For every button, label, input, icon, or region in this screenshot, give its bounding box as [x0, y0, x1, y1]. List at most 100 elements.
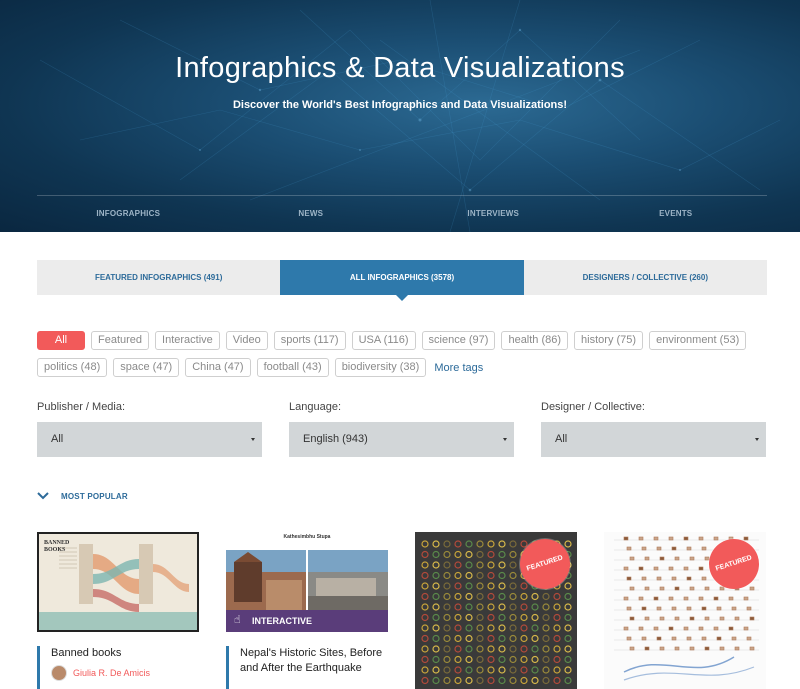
category-tabs: FEATURED INFOGRAPHICS (491) ALL INFOGRAP… [37, 260, 767, 301]
tag-china[interactable]: China (47) [185, 358, 251, 377]
decorative-mark [674, 646, 680, 651]
page-title: Infographics & Data Visualizations [175, 52, 625, 84]
designer-select-value: All [555, 433, 568, 445]
publisher-select-value: All [51, 433, 64, 445]
designer-label: Designer / Collective: [541, 401, 645, 413]
caret-down-icon [251, 438, 255, 441]
decorative-mark [728, 596, 734, 601]
decorative-mark [641, 576, 647, 581]
nav-infographics[interactable]: INFOGRAPHICS [37, 196, 220, 232]
decorative-mark [674, 586, 680, 591]
card-info-nepal: Nepal's Historic Sites, Before and After… [226, 646, 388, 689]
decorative-mark [656, 606, 662, 611]
tag-featured[interactable]: Featured [91, 331, 150, 350]
tag-football[interactable]: football (43) [256, 358, 329, 377]
decorative-mark [719, 646, 725, 651]
nepal-photo-thumb [226, 540, 388, 610]
interactive-badge-label: INTERACTIVE [252, 616, 313, 626]
decorative-mark [659, 556, 665, 561]
hero-banner: Infographics & Data Visualizations Disco… [0, 0, 800, 232]
tag-biodiversity[interactable]: biodiversity (38) [334, 358, 427, 377]
decorative-mark [671, 636, 677, 641]
nav-interviews[interactable]: INTERVIEWS [402, 196, 585, 232]
decorative-mark [683, 596, 689, 601]
decorative-mark [629, 556, 635, 561]
decorative-mark [656, 576, 662, 581]
tag-science[interactable]: science (97) [421, 331, 496, 350]
decorative-mark [659, 586, 665, 591]
chevron-down-icon [37, 492, 49, 500]
card-thumbnail-dots[interactable]: FEATURED [415, 532, 577, 689]
tab-featured-infographics[interactable]: FEATURED INFOGRAPHICS (491) [37, 260, 281, 295]
decorative-mark [734, 646, 740, 651]
interactive-badge: ☝ INTERACTIVE [226, 610, 388, 632]
publisher-label: Publisher / Media: [37, 401, 126, 413]
pointer-hand-icon: ☝ [234, 614, 241, 626]
decorative-mark [668, 536, 674, 541]
tag-sports[interactable]: sports (117) [273, 331, 346, 350]
tag-row-2: politics (48) space (47) China (47) foot… [37, 358, 483, 377]
decorative-mark [719, 616, 725, 621]
tab-all-infographics[interactable]: ALL INFOGRAPHICS (3578) [280, 260, 524, 301]
designer-select[interactable]: All [541, 422, 766, 457]
tag-health[interactable]: health (86) [501, 331, 569, 350]
card-title[interactable]: Banned books [51, 646, 199, 661]
decorative-mark [701, 546, 707, 551]
card-info-banned-books: Banned books Giulia R. De Amicis [37, 646, 199, 689]
tag-environment[interactable]: environment (53) [649, 331, 747, 350]
tag-video[interactable]: Video [225, 331, 268, 350]
tag-history[interactable]: history (75) [574, 331, 644, 350]
decorative-mark [689, 586, 695, 591]
decorative-mark [629, 616, 635, 621]
decorative-mark [641, 636, 647, 641]
decorative-mark [671, 576, 677, 581]
decorative-mark [713, 536, 719, 541]
decorative-mark [626, 576, 632, 581]
decorative-mark [671, 546, 677, 551]
decorative-mark [623, 566, 629, 571]
decorative-mark [686, 636, 692, 641]
card-thumbnail-timeline[interactable]: FEATURED [604, 532, 766, 689]
page-subtitle: Discover the World's Best Infographics a… [232, 99, 568, 111]
sort-most-popular[interactable]: MOST POPULAR [37, 491, 128, 501]
main-nav: INFOGRAPHICS NEWS INTERVIEWS EVENTS [37, 196, 767, 232]
card-thumbnail-nepal[interactable]: Kathesimbhu Stupa ☝ INTERACTIVE [226, 532, 388, 632]
tag-all[interactable]: All [37, 331, 85, 350]
caret-down-icon [503, 438, 507, 441]
decorative-mark [704, 616, 710, 621]
language-label: Language: [289, 401, 341, 413]
decorative-mark [689, 646, 695, 651]
decorative-mark [641, 546, 647, 551]
decorative-mark [689, 616, 695, 621]
tag-usa[interactable]: USA (116) [351, 331, 416, 350]
decorative-mark [683, 566, 689, 571]
card-author[interactable]: Giulia R. De Amicis [51, 665, 199, 681]
card-thumbnail-banned-books[interactable]: BANNED BOOKS [37, 532, 199, 632]
decorative-mark [743, 596, 749, 601]
decorative-mark [734, 616, 740, 621]
decorative-mark [653, 536, 659, 541]
decorative-mark [629, 646, 635, 651]
tag-row-1: All Featured Interactive Video sports (1… [37, 331, 747, 350]
nav-news[interactable]: NEWS [220, 196, 403, 232]
decorative-mark [719, 586, 725, 591]
decorative-mark [644, 616, 650, 621]
decorative-mark [749, 646, 755, 651]
decorative-mark [623, 626, 629, 631]
tag-space[interactable]: space (47) [113, 358, 180, 377]
tab-designers-collective[interactable]: DESIGNERS / COLLECTIVE (260) [523, 260, 767, 295]
tag-interactive[interactable]: Interactive [155, 331, 220, 350]
decorative-mark [638, 596, 644, 601]
publisher-select[interactable]: All [37, 422, 262, 457]
decorative-mark [686, 576, 692, 581]
decorative-mark [749, 586, 755, 591]
tag-politics[interactable]: politics (48) [37, 358, 108, 377]
more-tags-link[interactable]: More tags [434, 362, 483, 374]
language-select[interactable]: English (943) [289, 422, 514, 457]
decorative-mark [698, 626, 704, 631]
card-title[interactable]: Nepal's Historic Sites, Before and After… [240, 646, 388, 676]
nav-events[interactable]: EVENTS [585, 196, 768, 232]
decorative-mark [701, 636, 707, 641]
decorative-mark [656, 546, 662, 551]
language-select-value: English (943) [303, 433, 368, 445]
